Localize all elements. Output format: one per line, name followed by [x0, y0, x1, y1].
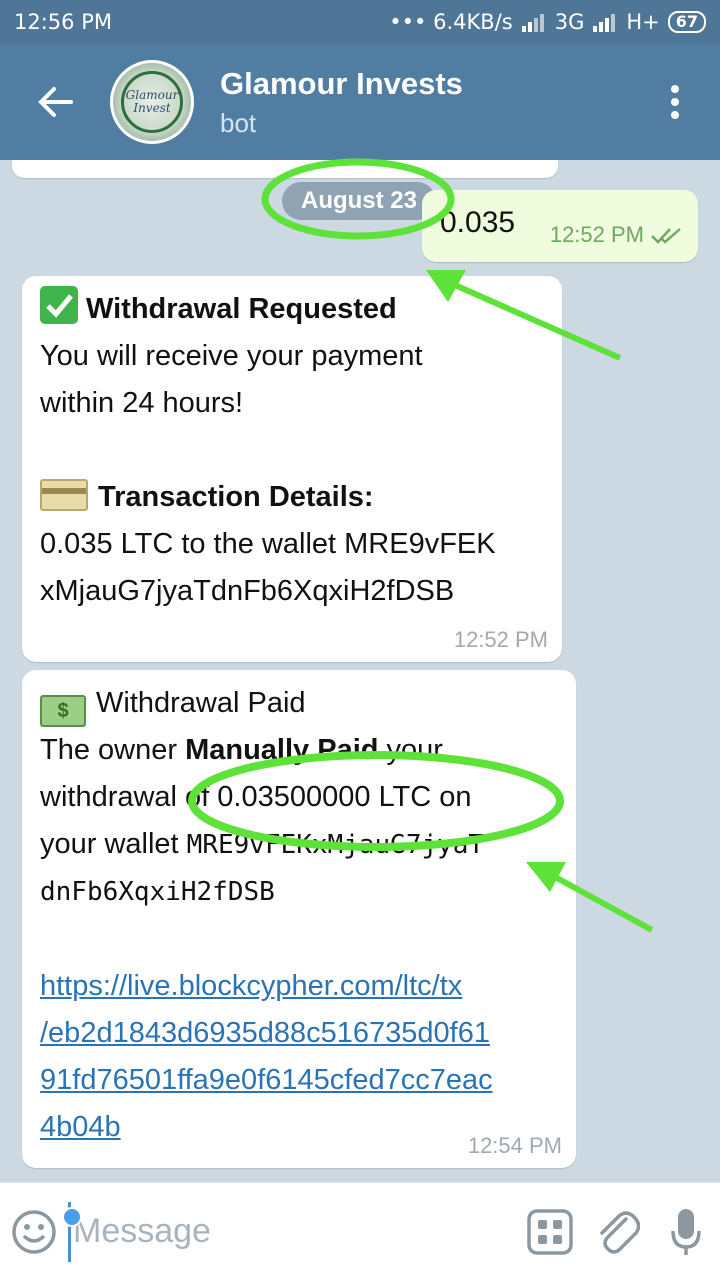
- details-text-line: xMjauG7jyaTdnFb6XqxiH2fDSB: [40, 575, 455, 607]
- tx-link-line[interactable]: /eb2d1843d6935d88c516735d0f61: [40, 1010, 560, 1057]
- message-text-line: your wallet MRE9vFEKxMjauG7jyaT: [40, 821, 560, 869]
- wallet-code-part: MRE9vFEKxMjauG7jyaT: [186, 830, 485, 860]
- message-heading: Withdrawal Paid: [96, 687, 306, 719]
- network-speed: ••• 6.4KB/s: [389, 10, 513, 34]
- chat-title: Glamour Invests: [220, 65, 463, 101]
- check-mark-icon: [40, 286, 78, 324]
- previous-message-bubble: [12, 160, 558, 178]
- chat-header: Glamour Invest Glamour Invests bot: [0, 44, 720, 160]
- message-input-bar: [0, 1182, 720, 1280]
- outgoing-message[interactable]: 0.035 12:52 PM: [422, 190, 698, 262]
- message-input[interactable]: [68, 1201, 516, 1262]
- bot-keyboard-button[interactable]: [516, 1183, 584, 1280]
- details-heading: Transaction Details:: [98, 481, 374, 513]
- chat-subtitle: bot: [220, 107, 257, 138]
- message-time: 12:54 PM: [467, 1133, 562, 1158]
- avatar-logo-text: Glamour Invest: [121, 71, 183, 133]
- message-text-line: The owner Manually Paid your: [40, 727, 560, 774]
- message-text-line: You will receive your payment: [40, 340, 423, 372]
- back-arrow-icon: [38, 87, 73, 117]
- signal-icon: [593, 14, 616, 32]
- money-icon: $: [40, 695, 86, 727]
- status-right: ••• 6.4KB/s 3G H+ 67: [389, 10, 706, 34]
- text-bold-part: Manually Paid: [185, 734, 379, 766]
- attach-button[interactable]: [584, 1183, 652, 1280]
- status-time: 12:56 PM: [14, 10, 112, 34]
- outgoing-message-meta: 12:52 PM: [550, 222, 684, 248]
- message-text-line: within 24 hours!: [40, 387, 244, 419]
- tx-link-line[interactable]: 91fd76501ffa9e0f6145cfed7cc7eac: [40, 1057, 560, 1104]
- message-heading-line: Withdrawal Requested: [40, 286, 546, 333]
- notification-dot: [62, 1206, 82, 1227]
- network-type-hplus: H+: [626, 10, 660, 34]
- signal-icon: [521, 14, 544, 32]
- credit-card-icon: [40, 479, 88, 511]
- incoming-message-withdrawal-paid[interactable]: $ Withdrawal Paid The owner Manually Paid…: [22, 670, 576, 1168]
- chat-area[interactable]: August 23 0.035 12:52 PM Withdrawal Requ…: [0, 160, 720, 1182]
- status-bar: 12:56 PM ••• 6.4KB/s 3G H+ 67: [0, 0, 720, 44]
- wallet-code-line: dnFb6XqxiH2fDSB: [40, 877, 275, 907]
- back-button[interactable]: [0, 44, 110, 160]
- bot-keyboard-icon: [527, 1208, 573, 1255]
- battery-indicator: 67: [667, 11, 706, 33]
- emoji-button[interactable]: [0, 1183, 82, 1280]
- message-time: 12:52 PM: [453, 627, 548, 652]
- mic-button[interactable]: [652, 1183, 720, 1280]
- mic-icon: [671, 1208, 701, 1255]
- date-separator: August 23: [282, 182, 436, 220]
- emoji-icon: [12, 1209, 56, 1254]
- message-heading: Withdrawal Requested: [86, 293, 397, 325]
- details-heading-line: Transaction Details:: [40, 474, 546, 521]
- text-part: your wallet: [40, 828, 187, 860]
- attach-icon: [600, 1210, 640, 1254]
- chat-title-block[interactable]: Glamour Invests bot: [220, 66, 630, 139]
- double-check-icon: [651, 228, 681, 244]
- incoming-message-withdrawal-requested[interactable]: Withdrawal Requested You will receive yo…: [22, 276, 562, 662]
- avatar[interactable]: Glamour Invest: [110, 60, 194, 144]
- text-part: The owner: [40, 734, 186, 766]
- details-text-line: 0.035 LTC to the wallet MRE9vFEK: [40, 528, 496, 560]
- network-type-3g: 3G: [554, 10, 585, 34]
- text-part: your: [378, 734, 443, 766]
- more-vert-icon: [671, 85, 679, 119]
- tx-link-line[interactable]: https://live.blockcypher.com/ltc/tx: [40, 963, 560, 1010]
- outgoing-message-time: 12:52 PM: [549, 222, 644, 247]
- outgoing-message-text: 0.035: [440, 206, 516, 239]
- more-menu-button[interactable]: [630, 44, 720, 160]
- message-text-line: withdrawal of 0.03500000 LTC on: [40, 781, 472, 813]
- message-heading-line: $ Withdrawal Paid: [40, 680, 560, 727]
